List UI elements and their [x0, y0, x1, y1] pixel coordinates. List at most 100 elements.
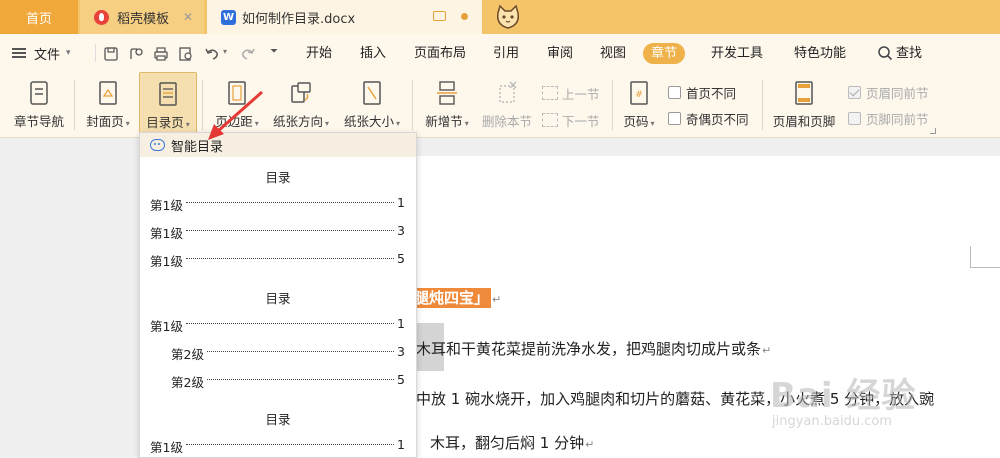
toc-style-1-row[interactable]: 第1级 1: [140, 195, 416, 213]
tab-review[interactable]: 审阅: [539, 43, 581, 64]
delete-section-label: 删除本节: [481, 114, 532, 129]
tab-start[interactable]: 开始: [298, 43, 340, 64]
toc-leader-dots: [186, 202, 394, 203]
export-pdf-icon[interactable]: [128, 46, 144, 62]
watermark-url: jingyan.baidu.com: [772, 414, 892, 429]
margins-button[interactable]: 页边距 ▾: [208, 72, 266, 134]
toc-style-2-row[interactable]: 第1级 1: [140, 316, 416, 334]
checkbox-box: [848, 85, 861, 99]
cover-page-icon: [99, 81, 117, 105]
footer-same-prev-label: 页脚同前节: [866, 111, 929, 127]
close-icon[interactable]: ✕: [183, 10, 193, 24]
document-heading: 腿炖四宝」 ↵: [412, 287, 501, 308]
prev-section-icon: [542, 86, 558, 100]
word-doc-icon: W: [221, 9, 236, 25]
toc-page-button[interactable]: 目录页 ▾: [139, 72, 197, 134]
watermark-logo-text: Bai 经验: [770, 376, 917, 416]
chapter-nav-icon: [30, 81, 48, 105]
file-menu[interactable]: 文件 ▾: [12, 34, 71, 72]
tab-insert[interactable]: 插入: [352, 43, 394, 64]
divider: [762, 80, 763, 130]
menu-bar: 文件 ▾ ▾ ⏷ 开始 插入 页面布局 引用 审阅 视图 章节 开发工具 特色功…: [0, 34, 1000, 72]
print-icon[interactable]: [153, 46, 169, 62]
heading-text: 腿炖四宝」: [412, 288, 492, 308]
first-page-diff-label: 首页不同: [686, 85, 737, 101]
toc-page-label: 目录页 ▾: [146, 115, 190, 130]
header-footer-icon: [795, 81, 813, 105]
toc-style-2-row[interactable]: 第2级 5: [140, 372, 416, 390]
unsaved-dot-icon: [461, 13, 468, 20]
undo-dropdown-icon[interactable]: ▾: [223, 47, 227, 56]
toc-page-number: 3: [397, 223, 405, 238]
print-preview-icon[interactable]: [178, 46, 194, 62]
toc-style-3-title: 目录: [265, 412, 291, 427]
save-icon[interactable]: [103, 46, 119, 62]
smart-toc-icon: [150, 139, 165, 151]
monitor-icon[interactable]: [433, 11, 446, 21]
tab-page-layout[interactable]: 页面布局: [406, 43, 474, 64]
page-number-label: 页码 ▾: [623, 114, 655, 129]
paragraph-mark-icon: ↵: [585, 438, 595, 451]
document-line-1: 木耳和干黄花菜提前洗净水发，把鸡腿肉切成片或条↵: [416, 338, 771, 359]
paper-size-button[interactable]: 纸张大小 ▾: [338, 72, 406, 134]
dialog-launcher-icon[interactable]: [930, 128, 936, 134]
page-number-button[interactable]: # 页码 ▾: [618, 72, 660, 134]
tab-home[interactable]: 首页: [0, 0, 78, 34]
toc-page-number: 5: [397, 372, 405, 387]
prev-section-label: 上一节: [562, 86, 600, 102]
redo-icon[interactable]: [240, 46, 256, 62]
cover-page-button[interactable]: 封面页 ▾: [80, 72, 136, 134]
customize-toolbar-icon[interactable]: ⏷: [270, 46, 278, 57]
toc-level: 第1级: [150, 319, 183, 334]
next-section-button[interactable]: 下一节: [542, 110, 600, 130]
first-page-diff-checkbox[interactable]: 首页不同: [668, 82, 736, 102]
toc-page-number: 1: [397, 437, 405, 452]
toc-style-1-row[interactable]: 第1级 5: [140, 251, 416, 269]
orientation-button[interactable]: 纸张方向 ▾: [268, 72, 334, 134]
divider: [95, 44, 96, 62]
toc-leader-dots: [186, 444, 394, 445]
toc-level: 第1级: [150, 254, 183, 269]
toc-style-1-row[interactable]: 第1级 3: [140, 223, 416, 241]
toc-style-2-row[interactable]: 第2级 3: [140, 344, 416, 362]
delete-section-button[interactable]: 删除本节: [478, 72, 536, 134]
prev-section-button[interactable]: 上一节: [542, 83, 600, 103]
toc-page-icon: [159, 82, 177, 106]
tab-references[interactable]: 引用: [485, 43, 527, 64]
tab-features[interactable]: 特色功能: [786, 43, 854, 64]
toc-page-number: 1: [397, 316, 405, 331]
toc-page-number: 1: [397, 195, 405, 210]
new-section-button[interactable]: 新增节 ▾: [418, 72, 476, 134]
margins-label: 页边距 ▾: [215, 114, 259, 129]
toc-style-1-title: 目录: [265, 170, 291, 185]
chapter-nav-button[interactable]: 章节导航: [8, 72, 70, 134]
divider: [202, 80, 203, 130]
odd-even-diff-checkbox[interactable]: 奇偶页不同: [668, 108, 749, 128]
smart-toc-item[interactable]: 智能目录: [140, 133, 416, 157]
tab-section[interactable]: 章节: [643, 43, 686, 64]
divider: [412, 80, 413, 130]
tab-developer[interactable]: 开发工具: [703, 43, 771, 64]
toc-leader-dots: [186, 230, 394, 231]
mascot-cat-icon[interactable]: [494, 3, 522, 31]
margins-icon: [228, 81, 246, 105]
toc-style-3-row[interactable]: 第1级 1: [140, 437, 416, 455]
tab-view[interactable]: 视图: [592, 43, 634, 64]
tab-template[interactable]: 稻壳模板 ✕: [80, 0, 204, 34]
header-same-prev-checkbox[interactable]: 页眉同前节: [848, 82, 929, 102]
toc-dropdown: 智能目录 目录 第1级 1 第1级 3 第1级 5 目录 第1级 1 第2级 3 第2级 5…: [139, 132, 417, 458]
new-section-icon: [437, 81, 457, 105]
toc-leader-dots: [207, 351, 394, 352]
toc-level: 第2级: [171, 347, 204, 362]
tab-template-label: 稻壳模板: [117, 11, 170, 27]
undo-icon[interactable]: [204, 46, 220, 62]
paragraph-mark-icon: ↵: [492, 293, 502, 306]
search-button[interactable]: 查找: [888, 43, 930, 64]
toc-leader-dots: [186, 258, 394, 259]
new-section-label: 新增节 ▾: [425, 114, 469, 129]
next-section-icon: [542, 113, 558, 127]
footer-same-prev-checkbox[interactable]: 页脚同前节: [848, 108, 929, 128]
header-footer-button[interactable]: 页眉和页脚: [768, 72, 840, 134]
header-same-prev-label: 页眉同前节: [866, 85, 929, 101]
checkbox-box: [668, 85, 681, 99]
